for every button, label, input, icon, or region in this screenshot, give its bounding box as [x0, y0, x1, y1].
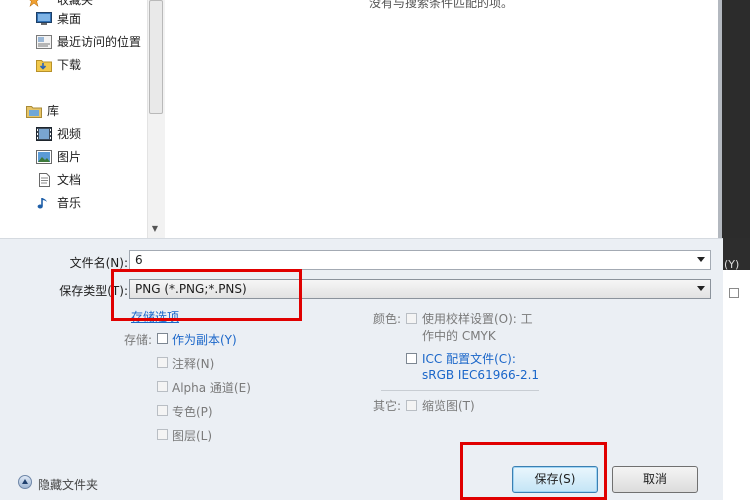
icc-profile-checkbox[interactable] — [406, 353, 417, 364]
filename-label: 文件名(N): — [69, 256, 128, 270]
background-window-text: (Y) — [724, 258, 740, 271]
nav-item-label: 音乐 — [57, 196, 82, 210]
save-options-area — [0, 238, 723, 500]
filename-field[interactable]: 6 — [129, 250, 711, 270]
up-triangle-icon — [22, 479, 28, 484]
pictures-icon — [36, 150, 52, 164]
save-options-link[interactable]: 存储选项 — [131, 308, 179, 325]
recent-places-icon — [36, 35, 52, 49]
annotations-checkbox[interactable] — [157, 357, 168, 368]
use-proof-setup-label[interactable]: 使用校样设置(O): 工 — [422, 310, 533, 327]
nav-item-label: 桌面 — [57, 12, 82, 26]
nav-scrollbar-thumb[interactable] — [149, 0, 163, 114]
storage-label: 存储: — [124, 333, 153, 347]
use-proof-setup-label-cont: 作中的 CMYK — [422, 329, 496, 343]
layers-label[interactable]: 图层(L) — [172, 427, 212, 444]
chevron-down-icon[interactable] — [697, 257, 705, 262]
downloads-folder-icon — [36, 60, 52, 72]
thumbnail-checkbox[interactable] — [406, 400, 417, 411]
alpha-channel-checkbox[interactable] — [157, 381, 168, 392]
nav-item-label: 下载 — [57, 58, 82, 72]
filetype-label: 保存类型(T): — [59, 284, 128, 298]
nav-item-label: 库 — [47, 104, 60, 118]
filetype-select[interactable]: PNG (*.PNG;*.PNS) — [129, 279, 711, 299]
music-icon — [37, 198, 47, 209]
empty-results-message: 没有与搜索条件匹配的项。 — [369, 0, 514, 10]
nav-item-label: 视频 — [57, 127, 82, 141]
save-button[interactable]: 保存(S) — [512, 466, 598, 493]
filetype-value: PNG (*.PNG;*.PNS) — [135, 282, 247, 296]
favorites-star-icon — [29, 0, 39, 7]
icc-profile-label[interactable]: ICC 配置文件(C): — [422, 350, 516, 367]
nav-item-label: 最近访问的位置 — [57, 35, 142, 49]
collapse-arrow-icon[interactable] — [18, 475, 32, 489]
filename-value: 6 — [135, 253, 143, 267]
libraries-icon — [26, 106, 42, 118]
spot-color-checkbox[interactable] — [157, 405, 168, 416]
background-window-checkbox — [729, 288, 739, 298]
background-window-edge — [723, 238, 750, 500]
other-label: 其它: — [373, 399, 402, 413]
hide-folders-link[interactable]: 隐藏文件夹 — [38, 476, 98, 493]
videos-icon — [36, 127, 52, 141]
navigation-pane: 收藏夹 桌面 最近访问的位置 下载 库 视频 图片 文档 音乐 — [0, 0, 148, 238]
nav-item-label: 文档 — [57, 173, 82, 187]
documents-icon — [39, 173, 50, 187]
as-copy-label[interactable]: 作为副本(Y) — [172, 331, 237, 348]
spot-color-label[interactable]: 专色(P) — [172, 403, 213, 420]
thumbnail-label[interactable]: 缩览图(T) — [422, 397, 475, 414]
color-label: 颜色: — [373, 312, 402, 326]
chevron-down-icon[interactable] — [697, 286, 705, 291]
desktop-icon — [36, 12, 52, 25]
pane-divider[interactable] — [0, 238, 723, 239]
options-divider — [381, 390, 539, 391]
use-proof-setup-checkbox[interactable] — [406, 313, 417, 324]
scroll-down-arrow-icon[interactable]: ▼ — [149, 222, 161, 236]
file-list-pane[interactable] — [165, 0, 718, 238]
layers-checkbox[interactable] — [157, 429, 168, 440]
nav-item-label: 图片 — [57, 150, 82, 164]
as-copy-checkbox[interactable] — [157, 333, 168, 344]
alpha-channel-label[interactable]: Alpha 通道(E) — [172, 379, 251, 396]
annotations-label[interactable]: 注释(N) — [172, 355, 214, 372]
icc-profile-value: sRGB IEC61966-2.1 — [422, 368, 540, 382]
dialog-border — [718, 0, 722, 238]
cancel-button[interactable]: 取消 — [612, 466, 698, 493]
background-window-edge — [718, 0, 750, 238]
